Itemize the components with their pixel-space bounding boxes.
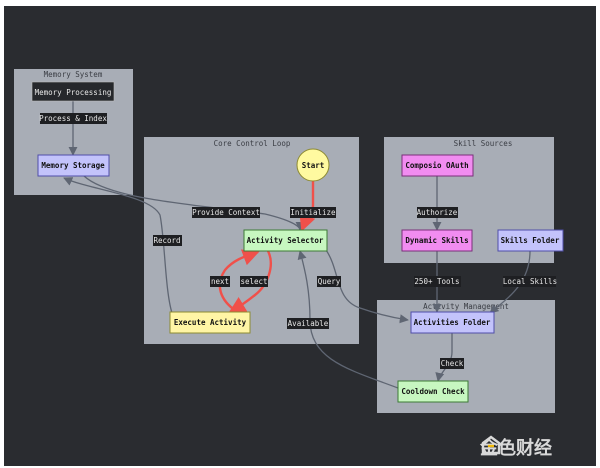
watermark: 金色财经 bbox=[480, 434, 552, 460]
cluster-label-activity: Activity Management bbox=[423, 302, 509, 311]
node-label-activity-selector: Activity Selector bbox=[247, 236, 324, 245]
node-activities-folder: Activities Folder bbox=[410, 311, 495, 334]
node-start: Start bbox=[296, 148, 330, 182]
edge-label-available: Available bbox=[288, 319, 329, 328]
node-label-composio-oauth: Composio OAuth bbox=[405, 161, 468, 170]
flowchart: Memory System Core Control Loop Skill So… bbox=[14, 69, 564, 413]
gold-logo-icon bbox=[481, 435, 501, 455]
node-label-start: Start bbox=[302, 161, 325, 170]
node-skills-folder: Skills Folder bbox=[497, 229, 564, 252]
cluster-label-skills: Skill Sources bbox=[454, 139, 513, 148]
edge-label-record: Record bbox=[153, 236, 180, 245]
node-label-dynamic-skills: Dynamic Skills bbox=[405, 236, 468, 245]
node-activity-selector: Activity Selector bbox=[243, 229, 328, 252]
edge-label-next: next bbox=[211, 277, 229, 286]
edge-label-query: Query bbox=[318, 277, 341, 286]
node-cooldown-check: Cooldown Check bbox=[397, 380, 469, 403]
node-label-memory-processing: Memory Processing bbox=[35, 88, 112, 97]
node-memory-storage: Memory Storage bbox=[37, 154, 110, 177]
edge-label-select: select bbox=[240, 277, 267, 286]
cluster-label-core: Core Control Loop bbox=[214, 139, 291, 148]
node-execute-activity: Execute Activity bbox=[169, 311, 251, 334]
node-label-memory-storage: Memory Storage bbox=[41, 161, 105, 170]
edge-label-provide-context: Provide Context bbox=[192, 208, 260, 217]
cluster-label-memory: Memory System bbox=[44, 70, 103, 79]
node-memory-processing: Memory Processing bbox=[31, 81, 115, 102]
node-composio-oauth: Composio OAuth bbox=[401, 154, 474, 177]
edge-label-initialize: Initialize bbox=[290, 208, 336, 217]
edge-label-check: Check bbox=[441, 359, 464, 368]
node-label-cooldown-check: Cooldown Check bbox=[401, 387, 465, 396]
edge-label-local-skills: Local Skills bbox=[503, 277, 557, 286]
edge-label-process-index: Process & Index bbox=[39, 114, 107, 123]
node-label-execute-activity: Execute Activity bbox=[174, 318, 247, 327]
node-label-skills-folder: Skills Folder bbox=[501, 236, 560, 245]
edge-label-250-tools: 250+ Tools bbox=[414, 277, 459, 286]
node-label-activities-folder: Activities Folder bbox=[414, 318, 491, 327]
node-dynamic-skills: Dynamic Skills bbox=[401, 229, 473, 252]
edge-label-authorize: Authorize bbox=[417, 208, 458, 217]
